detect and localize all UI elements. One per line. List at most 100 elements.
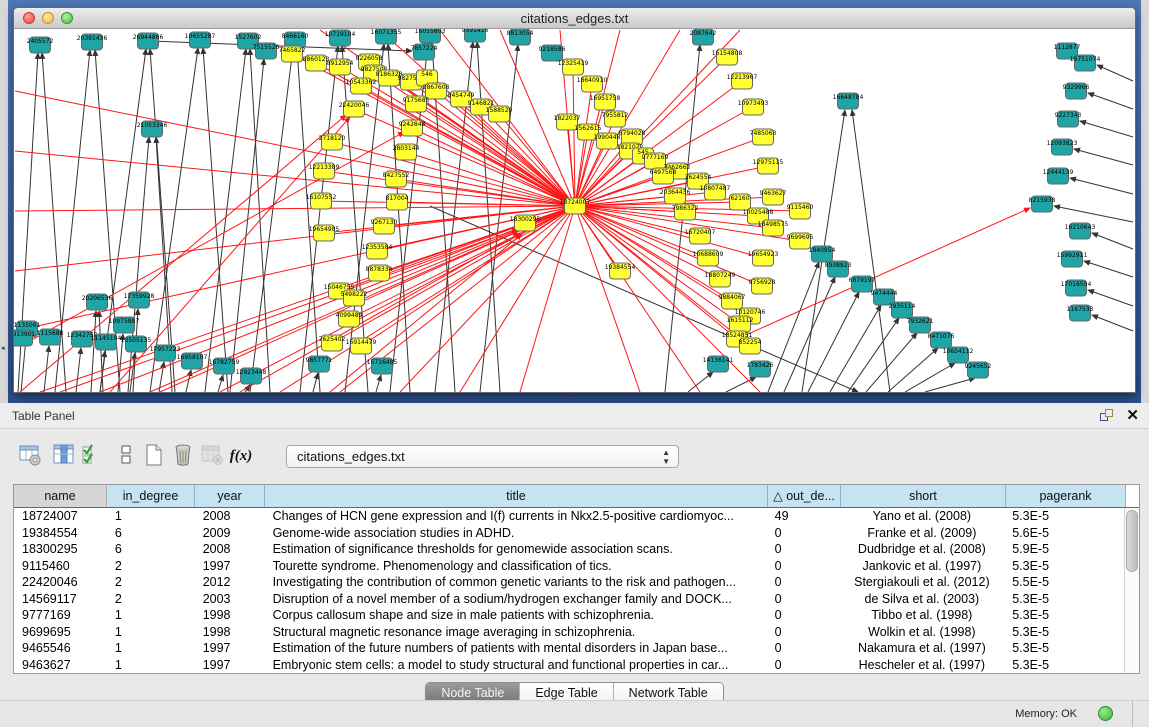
table-cell[interactable]: Changes of HCN gene expression and I(f) … [265, 508, 767, 525]
column-header-year[interactable]: year [195, 485, 265, 507]
table-cell[interactable]: 0 [767, 541, 840, 558]
table-cell[interactable]: 1997 [195, 640, 265, 657]
float-panel-icon[interactable] [1100, 409, 1115, 423]
table-cell[interactable]: Dudbridge et al. (2008) [840, 541, 1005, 558]
function-builder-icon[interactable]: f(x) [228, 443, 254, 469]
close-window-button[interactable] [23, 12, 35, 24]
panel-splitter-handle[interactable]: ▴ [569, 394, 573, 402]
table-cell[interactable]: 2008 [195, 508, 265, 525]
table-row[interactable]: 946554611997Estimation of the future num… [14, 640, 1124, 657]
table-row[interactable]: 977716911998Corpus callosum shape and si… [14, 607, 1124, 624]
table-cell[interactable]: 2012 [195, 574, 265, 591]
table-cell[interactable]: 0 [767, 624, 840, 641]
table-cell[interactable]: 2 [107, 574, 195, 591]
table-cell[interactable]: 22420046 [14, 574, 107, 591]
table-cell[interactable]: Nakamura et al. (1997) [840, 640, 1005, 657]
column-header-short[interactable]: short [841, 485, 1006, 507]
panel-collapse-arrow-icon[interactable]: ◂ [1, 344, 5, 352]
table-row[interactable]: 1872400712008Changes of HCN gene express… [14, 508, 1124, 525]
table-cell[interactable]: 1997 [195, 558, 265, 575]
table-cell[interactable]: 1 [107, 508, 195, 525]
table-cell[interactable]: Jankovic et al. (1997) [840, 558, 1005, 575]
table-cell[interactable]: 1 [107, 624, 195, 641]
table-cell[interactable]: Tibbo et al. (1998) [840, 607, 1005, 624]
table-cell[interactable]: 1998 [195, 607, 265, 624]
memory-ok-indicator-icon[interactable] [1098, 706, 1113, 721]
column-header-pagerank[interactable]: pagerank [1006, 485, 1126, 507]
table-cell[interactable]: 1 [107, 640, 195, 657]
table-cell[interactable]: 18724007 [14, 508, 107, 525]
scrollbar-thumb[interactable] [1126, 510, 1138, 572]
table-cell[interactable]: 5.6E-5 [1004, 525, 1124, 542]
table-cell[interactable]: Structural magnetic resonance image aver… [265, 624, 767, 641]
table-cell[interactable]: 1997 [195, 657, 265, 674]
table-cell[interactable]: 2003 [195, 591, 265, 608]
table-cell[interactable]: 9463627 [14, 657, 107, 674]
table-row[interactable]: 946362711997Embryonic stem cells: a mode… [14, 657, 1124, 674]
table-cell[interactable]: 5.3E-5 [1004, 640, 1124, 657]
column-header-out_de[interactable]: △ out_de... [768, 485, 841, 507]
column-header-title[interactable]: title [265, 485, 768, 507]
table-source-dropdown[interactable]: citations_edges.txt ▲▼ [286, 445, 679, 468]
table-cell[interactable]: Hescheler et al. (1997) [840, 657, 1005, 674]
table-cell[interactable]: Franke et al. (2009) [840, 525, 1005, 542]
table-cell[interactable]: Estimation of significance thresholds fo… [265, 541, 767, 558]
table-cell[interactable]: 9115460 [14, 558, 107, 575]
table-cell[interactable]: Yano et al. (2008) [840, 508, 1005, 525]
table-cell[interactable]: Embryonic stem cells: a model to study s… [265, 657, 767, 674]
table-cell[interactable]: 9465546 [14, 640, 107, 657]
table-cell[interactable]: 0 [767, 525, 840, 542]
table-row[interactable]: 1938455462009Genome-wide association stu… [14, 525, 1124, 542]
table-cell[interactable]: Investigating the contribution of common… [265, 574, 767, 591]
table-cell[interactable]: 1998 [195, 624, 265, 641]
zoom-window-button[interactable] [61, 12, 73, 24]
table-cell[interactable]: 2 [107, 558, 195, 575]
table-cell[interactable]: Disruption of a novel member of a sodium… [265, 591, 767, 608]
close-panel-icon[interactable]: ✕ [1126, 406, 1139, 424]
table-cell[interactable]: 5.3E-5 [1004, 607, 1124, 624]
table-cell[interactable]: 5.3E-5 [1004, 624, 1124, 641]
table-cell[interactable]: 0 [767, 574, 840, 591]
table-cell[interactable]: Estimation of the future numbers of pati… [265, 640, 767, 657]
table-cell[interactable]: 6 [107, 541, 195, 558]
table-cell[interactable]: 5.9E-5 [1004, 541, 1124, 558]
table-cell[interactable]: 2008 [195, 541, 265, 558]
table-cell[interactable]: Corpus callosum shape and size in male p… [265, 607, 767, 624]
table-cell[interactable]: Genome-wide association studies in ADHD. [265, 525, 767, 542]
delete-attribute-icon[interactable] [170, 443, 196, 469]
table-row[interactable]: 969969511998Structural magnetic resonanc… [14, 624, 1124, 641]
table-cell[interactable]: 1 [107, 607, 195, 624]
table-cell[interactable]: 0 [767, 640, 840, 657]
table-cell[interactable]: 5.5E-5 [1004, 574, 1124, 591]
table-cell[interactable]: 49 [767, 508, 840, 525]
table-cell[interactable]: de Silva et al. (2003) [840, 591, 1005, 608]
table-cell[interactable]: 19384554 [14, 525, 107, 542]
table-row[interactable]: 1830029562008Estimation of significance … [14, 541, 1124, 558]
table-cell[interactable]: Tourette syndrome. Phenomenology and cla… [265, 558, 767, 575]
table-column-icon[interactable] [51, 443, 77, 469]
table-cell[interactable]: 0 [767, 607, 840, 624]
network-window-titlebar[interactable]: citations_edges.txt [14, 8, 1135, 29]
vertical-scrollbar[interactable] [1124, 508, 1139, 673]
table-cell[interactable]: Wolkin et al. (1998) [840, 624, 1005, 641]
table-cell[interactable]: 0 [767, 591, 840, 608]
row-height-icon[interactable] [113, 443, 139, 469]
table-row[interactable]: 2242004622012Investigating the contribut… [14, 574, 1124, 591]
table-cell[interactable]: 2 [107, 591, 195, 608]
table-cell[interactable]: 18300295 [14, 541, 107, 558]
table-cell[interactable]: 5.3E-5 [1004, 508, 1124, 525]
table-cell[interactable]: 0 [767, 558, 840, 575]
table-settings-icon[interactable] [17, 443, 43, 469]
network-graph-canvas[interactable]: 1872400724055722039143626944866106552871… [14, 29, 1135, 392]
column-header-name[interactable]: name [14, 485, 107, 507]
table-cell[interactable]: Stergiakouli et al. (2012) [840, 574, 1005, 591]
table-row[interactable]: 911546021997Tourette syndrome. Phenomeno… [14, 558, 1124, 575]
table-cell[interactable]: 5.3E-5 [1004, 591, 1124, 608]
table-cell[interactable]: 6 [107, 525, 195, 542]
table-cell[interactable]: 14569117 [14, 591, 107, 608]
column-header-in_degree[interactable]: in_degree [107, 485, 195, 507]
select-attributes-icon[interactable] [79, 443, 105, 469]
table-cell[interactable]: 2009 [195, 525, 265, 542]
table-cell[interactable]: 5.3E-5 [1004, 558, 1124, 575]
table-cell[interactable]: 0 [767, 657, 840, 674]
